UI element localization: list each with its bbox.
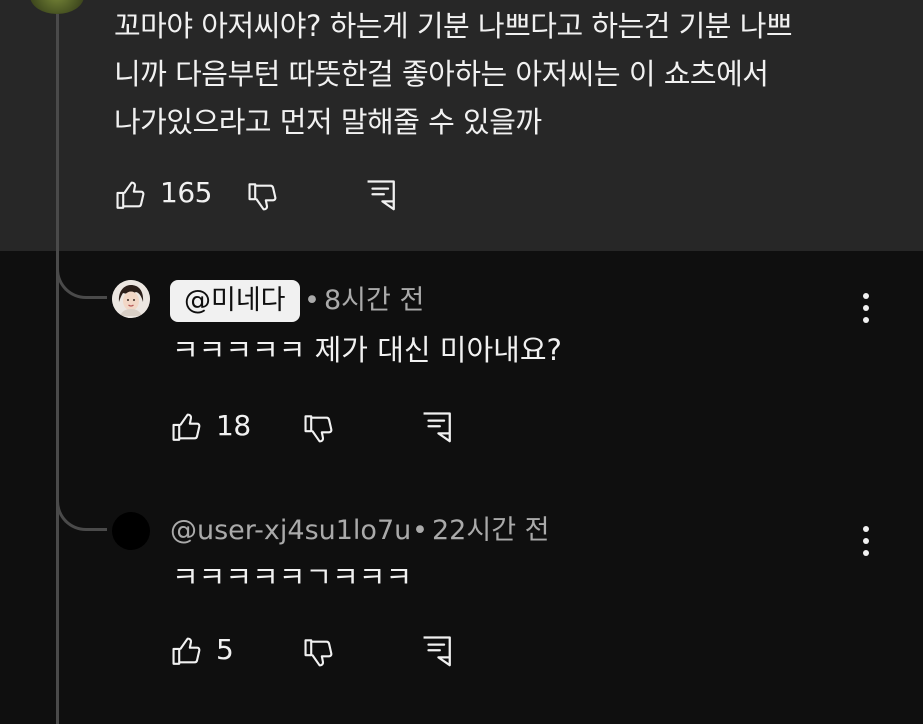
- like-count: 5: [216, 633, 234, 666]
- thumbs-up-icon[interactable]: [114, 178, 148, 212]
- meta-separator: •: [412, 515, 428, 546]
- reply-author-handle[interactable]: @미네다: [170, 280, 300, 322]
- thumbs-down-icon[interactable]: [302, 412, 336, 446]
- parent-comment-line: 꼬마야 아저씨야? 하는게 기분 나쁘다고 하는건 기분 나쁘: [114, 9, 793, 43]
- reply-avatar[interactable]: [112, 280, 150, 318]
- parent-comment-line: 니까 다음부턴 따뜻한걸 좋아하는 아저씨는 이 쇼츠에서: [114, 57, 769, 91]
- parent-comment-line: 나가있으라고 먼저 말해줄 수 있을까: [114, 105, 542, 139]
- parent-comment-text: 꼬마야 아저씨야? 하는게 기분 나쁘다고 하는건 기분 나쁘 니까 다음부턴 …: [114, 2, 874, 146]
- reply-author-handle[interactable]: @user-xj4su1lo7u: [170, 510, 411, 552]
- reply-avatar[interactable]: [112, 512, 150, 550]
- reply-comment-icon[interactable]: [420, 634, 454, 668]
- thumbs-up-icon[interactable]: [170, 410, 204, 444]
- reply-text: ㅋㅋㅋㅋㅋㄱㅋㅋㅋ: [172, 560, 413, 594]
- reply-connector: [56, 240, 107, 299]
- like-count: 165: [160, 176, 212, 209]
- thumbs-down-icon[interactable]: [302, 636, 336, 670]
- reply-connector: [56, 470, 107, 531]
- more-vertical-icon[interactable]: [852, 288, 880, 328]
- reply-timestamp: 8시간 전: [324, 285, 425, 316]
- thumbs-up-icon[interactable]: [170, 634, 204, 668]
- reply-timestamp: 22시간 전: [432, 515, 550, 546]
- reply-text: ㅋㅋㅋㅋㅋ 제가 대신 미아내요?: [172, 333, 562, 367]
- meta-separator: •: [304, 285, 320, 316]
- like-count: 18: [216, 409, 251, 442]
- reply-comment-icon[interactable]: [364, 178, 398, 212]
- thread-line: [56, 14, 59, 724]
- more-vertical-icon[interactable]: [852, 521, 880, 561]
- reply-comment-icon[interactable]: [420, 410, 454, 444]
- thumbs-down-icon[interactable]: [246, 180, 280, 214]
